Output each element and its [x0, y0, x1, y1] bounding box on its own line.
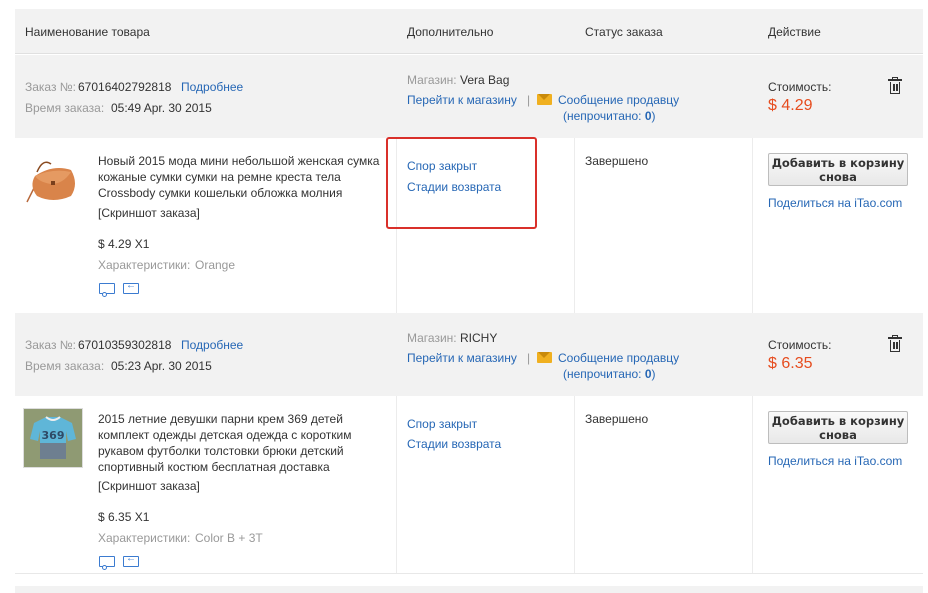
product-thumbnail[interactable]: 369 — [23, 408, 83, 468]
unread-prefix: (непрочитано: — [563, 109, 642, 123]
share-on-label[interactable]: Поделиться на — [768, 454, 851, 468]
message-seller-label: Сообщение продавцу — [558, 93, 680, 107]
dispute-closed-link[interactable]: Спор закрыт — [407, 416, 477, 432]
characteristics-value: Color B + 3T — [195, 531, 263, 545]
order-item-row: 369 2015 летние девушки парни крем 369 д… — [15, 396, 923, 574]
product-title[interactable]: Новый 2015 мода мини небольшой женская с… — [98, 153, 388, 201]
order-number: 67016402792818 — [78, 80, 172, 94]
unread-count[interactable]: (непрочитано: 0) — [563, 366, 656, 382]
store-label: Магазин: — [407, 73, 457, 87]
header-extra: Дополнительно — [407, 25, 494, 39]
order-snapshot-link[interactable]: [Скриншот заказа] — [98, 205, 200, 221]
order-status: Завершено — [585, 154, 649, 168]
return-icon[interactable] — [123, 280, 139, 294]
add-to-cart-again-button[interactable]: Добавить в корзину снова — [768, 411, 908, 444]
order-snapshot-link[interactable]: [Скриншот заказа] — [98, 478, 200, 494]
share-site-link[interactable]: iTao.com — [854, 196, 902, 210]
truck-icon[interactable] — [99, 283, 115, 297]
trash-icon[interactable] — [888, 77, 902, 94]
truck-icon[interactable] — [99, 556, 115, 570]
order-status: Завершено — [585, 412, 649, 426]
unread-value: 0 — [644, 109, 652, 123]
characteristics-value: Orange — [195, 258, 236, 272]
table-header: Наименование товара Дополнительно Статус… — [15, 9, 923, 54]
svg-text:369: 369 — [42, 429, 65, 442]
add-to-cart-again-button[interactable]: Добавить в корзину снова — [768, 153, 908, 186]
unread-prefix: (непрочитано: — [563, 367, 642, 381]
product-title[interactable]: 2015 летние девушки парни крем 369 детей… — [98, 411, 388, 475]
order-details-link[interactable]: Подробнее — [181, 79, 243, 95]
qty-price: $ 6.35 X1 — [98, 510, 150, 524]
share-on-label[interactable]: Поделиться на — [768, 196, 851, 210]
order-time-label: Время заказа: — [25, 101, 105, 115]
order-number-label: Заказ №: — [25, 80, 77, 94]
order-details-link[interactable]: Подробнее — [181, 337, 243, 353]
share-on[interactable]: Поделиться на iTao.com — [768, 453, 902, 469]
go-to-store-link[interactable]: Перейти к магазину — [407, 92, 517, 108]
order-time: 05:49 Apr. 30 2015 — [111, 101, 212, 115]
header-action: Действие — [768, 25, 821, 39]
order-icons — [99, 553, 139, 570]
order-icons — [99, 280, 139, 297]
go-to-store-link[interactable]: Перейти к магазину — [407, 350, 517, 366]
mail-icon — [537, 94, 552, 105]
cost-label: Стоимость: — [768, 80, 832, 94]
share-site-link[interactable]: iTao.com — [854, 454, 902, 468]
characteristics-label: Характеристики: — [98, 258, 191, 272]
unread-count[interactable]: (непрочитано: 0) — [563, 108, 656, 124]
order-price: $ 4.29 — [768, 97, 813, 114]
order-number-label: Заказ №: — [25, 338, 77, 352]
order-time: 05:23 Apr. 30 2015 — [111, 359, 212, 373]
order-number: 67010359302818 — [78, 338, 172, 352]
product-thumbnail[interactable] — [23, 150, 83, 210]
add-to-cart-label-1: Добавить в корзину — [771, 414, 905, 428]
unread-value: 0 — [644, 367, 652, 381]
add-to-cart-label-2: снова — [819, 428, 857, 442]
order-time-label: Время заказа: — [25, 359, 105, 373]
highlight-box — [386, 137, 537, 229]
header-order-status: Статус заказа — [585, 25, 663, 39]
separator: | — [527, 351, 531, 365]
cost-label: Стоимость: — [768, 338, 832, 352]
characteristics-label: Характеристики: — [98, 531, 191, 545]
header-product-name: Наименование товара — [25, 25, 150, 39]
return-icon[interactable] — [123, 553, 139, 567]
order-price: $ 6.35 — [768, 355, 813, 372]
message-seller-link[interactable]: Сообщение продавцу — [537, 350, 679, 366]
store-name: Vera Bag — [460, 73, 510, 87]
add-to-cart-label-1: Добавить в корзину — [771, 156, 905, 170]
message-seller-link[interactable]: Сообщение продавцу — [537, 92, 679, 108]
unread-suffix: ) — [651, 109, 656, 123]
store-label: Магазин: — [407, 331, 457, 345]
message-seller-label: Сообщение продавцу — [558, 351, 680, 365]
order-header: Заказ №: 67016402792818 Подробнее Время … — [15, 55, 923, 138]
return-stages-link[interactable]: Стадии возврата — [407, 436, 501, 452]
qty-price: $ 4.29 X1 — [98, 237, 150, 251]
trash-icon[interactable] — [888, 335, 902, 352]
store-name: RICHY — [460, 331, 498, 345]
share-on[interactable]: Поделиться на iTao.com — [768, 195, 902, 211]
next-order-header-edge — [15, 586, 923, 593]
mail-icon — [537, 352, 552, 363]
separator: | — [527, 93, 531, 107]
order-header: Заказ №: 67010359302818 Подробнее Время … — [15, 313, 923, 396]
add-to-cart-label-2: снова — [819, 170, 857, 184]
unread-suffix: ) — [651, 367, 656, 381]
